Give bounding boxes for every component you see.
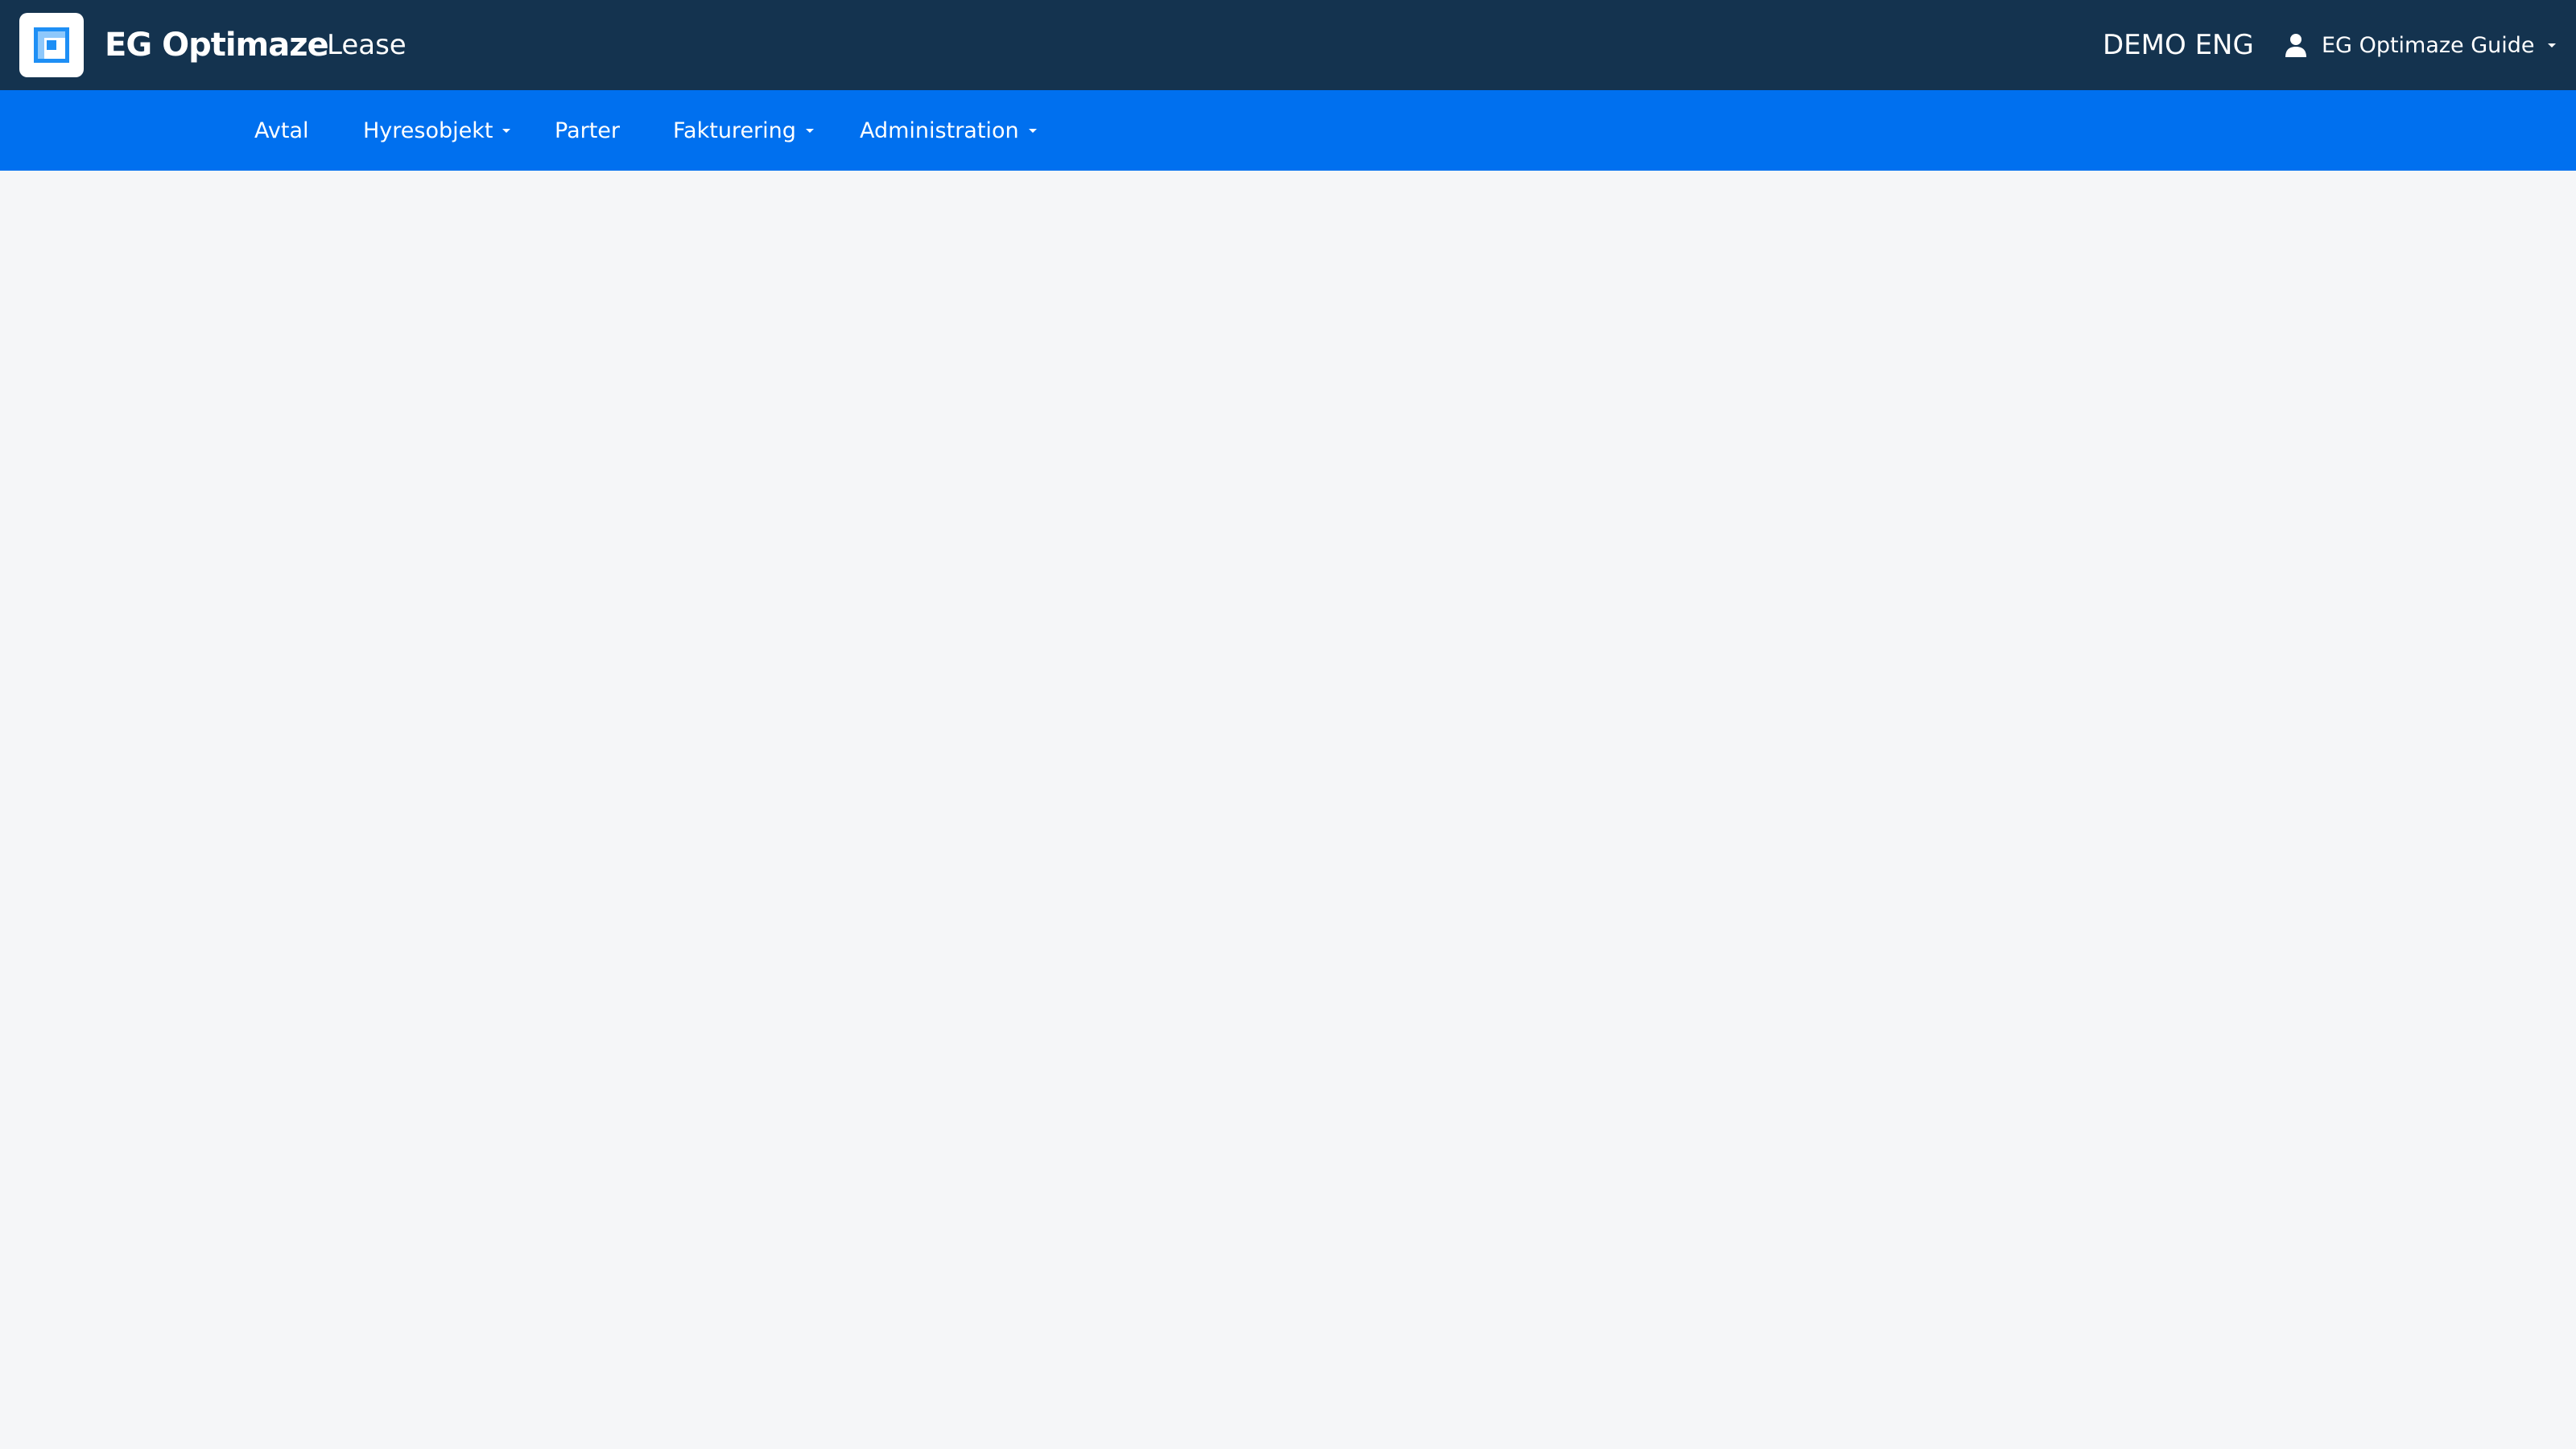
nav-item-label: Avtal	[254, 118, 309, 143]
caret-down-icon	[804, 125, 815, 136]
nav-item-label: Hyresobjekt	[363, 118, 493, 143]
app-logo[interactable]	[19, 13, 84, 77]
top-header: EG Optimaze Lease DEMO ENG EG Optimaze G…	[0, 0, 2576, 90]
user-menu[interactable]: EG Optimaze Guide	[2285, 24, 2557, 66]
app-name: Lease	[327, 29, 407, 61]
nav-item-parter[interactable]: Parter	[555, 90, 620, 171]
brand-name: EG Optimaze	[105, 27, 329, 64]
main-nav: Avtal Hyresobjekt Parter Fakturering Adm…	[0, 90, 2576, 171]
nav-item-label: Parter	[555, 118, 621, 143]
nav-item-hyresobjekt[interactable]: Hyresobjekt	[363, 90, 512, 171]
caret-down-icon	[1027, 125, 1038, 136]
nav-item-label: Fakturering	[673, 118, 796, 143]
caret-down-icon	[2546, 39, 2557, 51]
logo-icon	[34, 27, 69, 63]
caret-down-icon	[501, 125, 512, 136]
nav-item-administration[interactable]: Administration	[860, 90, 1038, 171]
nav-item-avtal[interactable]: Avtal	[254, 90, 309, 171]
user-name: EG Optimaze Guide	[2322, 32, 2535, 58]
main-content	[0, 171, 2576, 1449]
person-icon	[2285, 32, 2307, 58]
organization-name: DEMO ENG	[2103, 29, 2254, 61]
nav-item-label: Administration	[860, 118, 1019, 143]
nav-item-fakturering[interactable]: Fakturering	[673, 90, 815, 171]
